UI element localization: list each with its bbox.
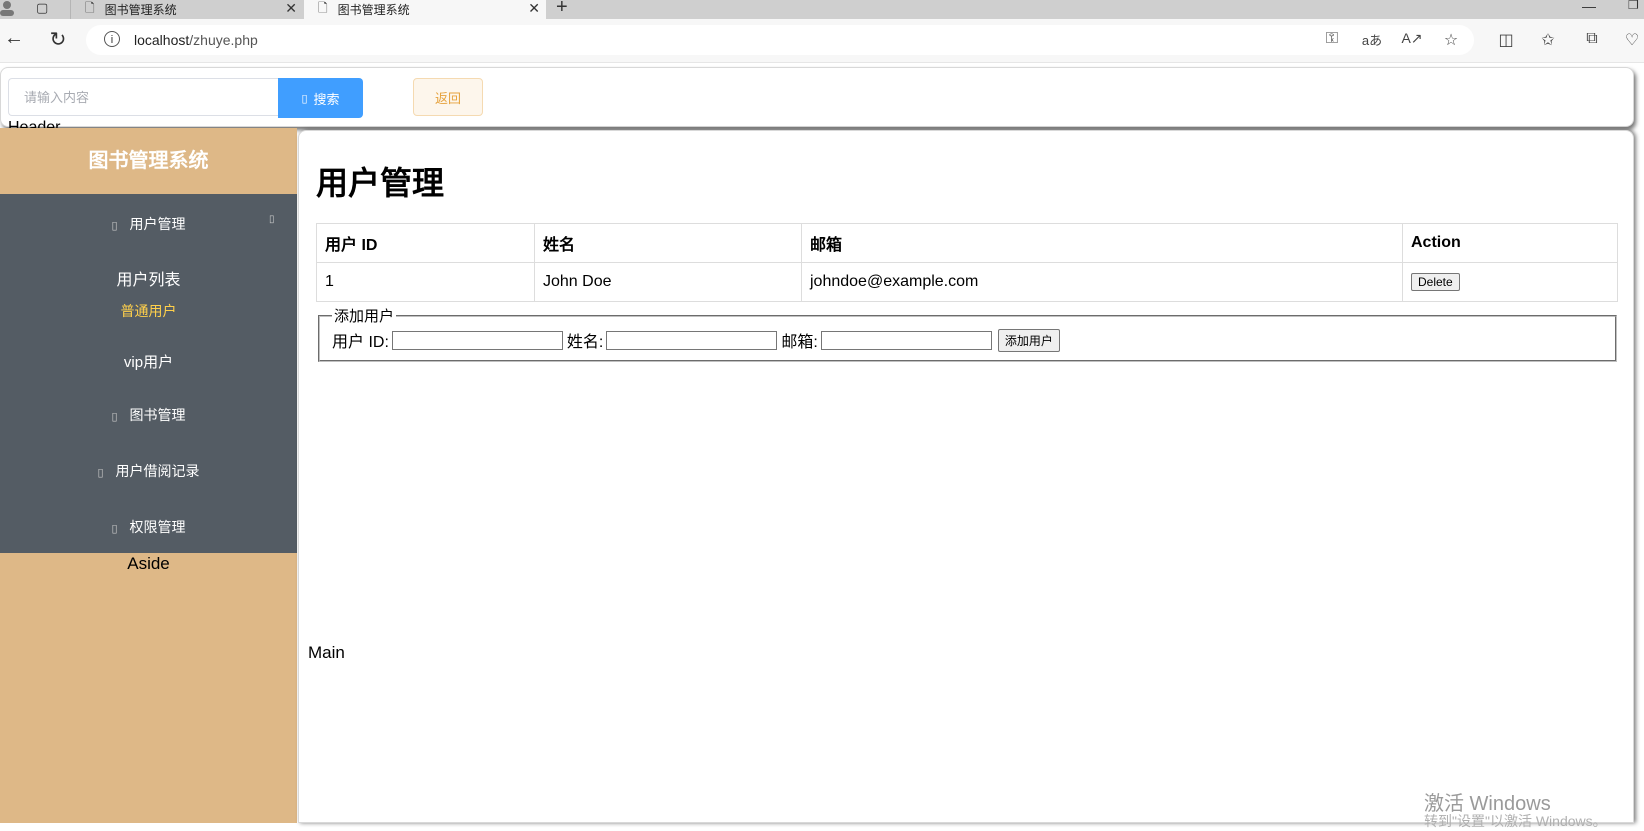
menu-item-label: 用户管理 [129, 216, 186, 232]
back-button[interactable]: 返回 [413, 78, 483, 116]
menu-item-label: 图书管理 [129, 407, 186, 423]
email-label: 邮箱: [781, 334, 818, 351]
main-region-label: Main [308, 643, 345, 662]
menu-item-permission-management[interactable]: ▯ 权限管理 [0, 517, 297, 537]
cell-email: johndoe@example.com [801, 262, 1403, 302]
book-icon: ▯ [111, 411, 118, 423]
email-input[interactable] [820, 330, 992, 350]
favorites-icon[interactable]: ✩ [1536, 30, 1560, 50]
info-icon[interactable]: i [104, 31, 120, 47]
read-aloud-icon[interactable]: A↗ [1400, 30, 1424, 47]
menu-group-user-list: 用户列表 [116, 272, 181, 289]
menu-item-vip-user[interactable]: vip用户 [0, 351, 297, 372]
add-user-form: 添加用户 用户 ID: 姓名: 邮箱: 添加用户 [318, 305, 1617, 362]
form-row: 用户 ID: 姓名: 邮箱: 添加用户 [332, 328, 1615, 352]
menu-item-label: 权限管理 [129, 519, 186, 535]
profile-avatar-icon[interactable] [0, 0, 14, 16]
close-tab-icon[interactable]: ✕ [528, 0, 540, 17]
menu-item-normal-user[interactable]: 普通用户 [0, 301, 297, 321]
search-input[interactable]: 请输入内容 [8, 78, 280, 116]
new-tab-icon[interactable]: + [556, 0, 568, 19]
column-header-name: 姓名 [534, 223, 802, 263]
minimize-icon[interactable]: — [1582, 0, 1596, 14]
extensions-icon[interactable]: ♡ [1620, 30, 1644, 50]
collections-icon[interactable]: ⧉ [1580, 30, 1604, 48]
search-button[interactable]: ▯ 搜索 [278, 78, 363, 118]
cell-name: John Doe [534, 262, 802, 302]
records-icon: ▯ [97, 467, 104, 479]
browser-tab-2-active[interactable]: 🗋 图书管理系统 ✕ [304, 0, 546, 19]
split-screen-icon[interactable]: ◫ [1494, 30, 1518, 50]
column-header-user-id: 用户 ID [316, 223, 535, 263]
column-header-email: 邮箱 [801, 223, 1403, 263]
user-id-label: 用户 ID: [332, 334, 389, 351]
tab-title: 图书管理系统 [104, 3, 177, 17]
search-icon: ▯ [301, 92, 308, 105]
aside-region-label: Aside [127, 554, 170, 573]
users-table: 用户 ID 姓名 邮箱 Action 1 John Doe johndoe@ex… [316, 223, 1618, 302]
table-header-row: 用户 ID 姓名 邮箱 Action [316, 223, 1618, 263]
search-button-label: 搜索 [313, 91, 340, 107]
user-icon: ▯ [111, 220, 118, 232]
tab-title: 图书管理系统 [337, 3, 410, 17]
menu-item-label: 用户借阅记录 [115, 463, 200, 479]
address-bar[interactable] [86, 25, 1474, 55]
translate-icon[interactable]: aあ [1360, 30, 1384, 49]
key-icon[interactable]: ⚿ [1320, 30, 1344, 48]
delete-button[interactable]: Delete [1411, 273, 1460, 291]
name-label: 姓名: [566, 334, 604, 351]
cell-user-id: 1 [316, 262, 535, 302]
lock-icon: ▯ [111, 523, 118, 535]
windows-activation-hint: 转到"设置"以激活 Windows。 [1424, 813, 1607, 829]
form-legend: 添加用户 [334, 308, 395, 325]
url-text[interactable]: localhost/zhuye.php [134, 32, 258, 48]
close-tab-icon[interactable]: ✕ [285, 0, 297, 17]
url-path: /zhuye.php [189, 32, 258, 48]
back-arrow-icon[interactable]: ← [0, 27, 28, 50]
side-menu [0, 194, 297, 553]
name-input[interactable] [606, 330, 778, 350]
column-header-action: Action [1402, 223, 1618, 263]
url-host: localhost [134, 32, 190, 48]
table-row: 1 John Doe johndoe@example.com Delete [316, 262, 1618, 302]
add-user-button[interactable]: 添加用户 [997, 328, 1060, 352]
page-icon: 🗋 [318, 1, 328, 15]
cell-action: Delete [1402, 262, 1618, 302]
menu-item-book-management[interactable]: ▯ 图书管理 [0, 405, 297, 425]
restore-icon[interactable]: ❐ [1628, 0, 1639, 12]
tab-actions-icon[interactable]: ▢ [36, 0, 48, 16]
menu-item-borrow-records[interactable]: ▯ 用户借阅记录 [0, 461, 297, 481]
browser-tab-1[interactable]: 🗋 图书管理系统 ✕ [70, 0, 303, 19]
page-icon: 🗋 [85, 1, 95, 15]
brand-title: 图书管理系统 [88, 150, 209, 172]
menu-item-user-management[interactable]: ▯ 用户管理 [0, 214, 297, 234]
refresh-icon[interactable]: ↻ [44, 27, 72, 52]
favorite-star-icon[interactable]: ☆ [1439, 30, 1463, 50]
user-id-input[interactable] [391, 330, 563, 350]
chevron-up-icon: ▯ [269, 214, 275, 225]
page-title: 用户管理 [316, 165, 445, 201]
